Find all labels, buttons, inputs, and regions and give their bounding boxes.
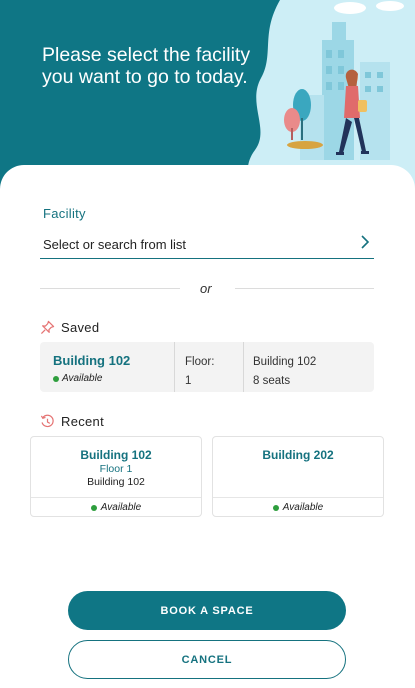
card-divider xyxy=(174,342,175,392)
saved-card-main: Building 102 Available xyxy=(53,353,130,384)
available-dot-icon xyxy=(90,504,97,511)
history-icon xyxy=(40,414,54,427)
recent-card-info: Building 102 Floor 1 Building 102 xyxy=(31,437,201,497)
status-badge: Available xyxy=(213,497,383,517)
saved-heading: Saved xyxy=(40,318,99,336)
status-badge: Available xyxy=(31,497,201,517)
status-text: Available xyxy=(100,502,142,513)
recent-facility-card[interactable]: Building 202 Available xyxy=(212,436,384,517)
available-dot-icon xyxy=(53,375,59,382)
recent-heading-label: Recent xyxy=(61,413,104,429)
saved-card-floor: Floor: 1 xyxy=(185,353,214,391)
card-divider xyxy=(243,342,244,392)
saved-seats: 8 seats xyxy=(253,375,291,387)
floor-label: Floor: xyxy=(185,356,215,368)
divider-line-left xyxy=(40,288,180,289)
facility-search-select[interactable]: Select or search from list xyxy=(40,228,374,259)
facility-placeholder: Select or search from list xyxy=(43,237,187,252)
recent-card-info: Building 202 xyxy=(213,437,383,497)
recent-building-sub: Building 102 xyxy=(87,476,145,488)
chevron-right-icon xyxy=(361,235,370,249)
recent-building-name: Building 202 xyxy=(262,448,334,462)
or-text: or xyxy=(200,281,212,296)
pin-icon xyxy=(40,320,55,334)
facility-label: Facility xyxy=(43,206,86,221)
cancel-button[interactable]: CANCEL xyxy=(68,640,346,679)
status-text: Available xyxy=(62,373,103,384)
saved-building-name: Building 102 xyxy=(53,353,131,368)
available-dot-icon xyxy=(272,504,279,511)
status-badge: Available xyxy=(53,373,130,384)
saved-card-details: Building 102 8 seats xyxy=(253,353,316,391)
status-text: Available xyxy=(282,502,324,513)
or-divider: or xyxy=(40,280,374,296)
recent-facility-card[interactable]: Building 102 Floor 1 Building 102 Availa… xyxy=(30,436,202,517)
recent-floor: Floor 1 xyxy=(99,463,133,475)
floor-value: 1 xyxy=(185,375,192,387)
hero-title: Please select the facility you want to g… xyxy=(42,44,251,88)
saved-building-label: Building 102 xyxy=(253,356,317,368)
recent-building-name: Building 102 xyxy=(80,448,152,462)
saved-heading-label: Saved xyxy=(61,319,100,335)
divider-line-right xyxy=(235,288,374,289)
saved-facility-card[interactable]: Building 102 Available Floor: 1 Building… xyxy=(40,342,374,392)
recent-heading: Recent xyxy=(40,412,104,430)
book-space-button[interactable]: BOOK A SPACE xyxy=(68,591,346,630)
